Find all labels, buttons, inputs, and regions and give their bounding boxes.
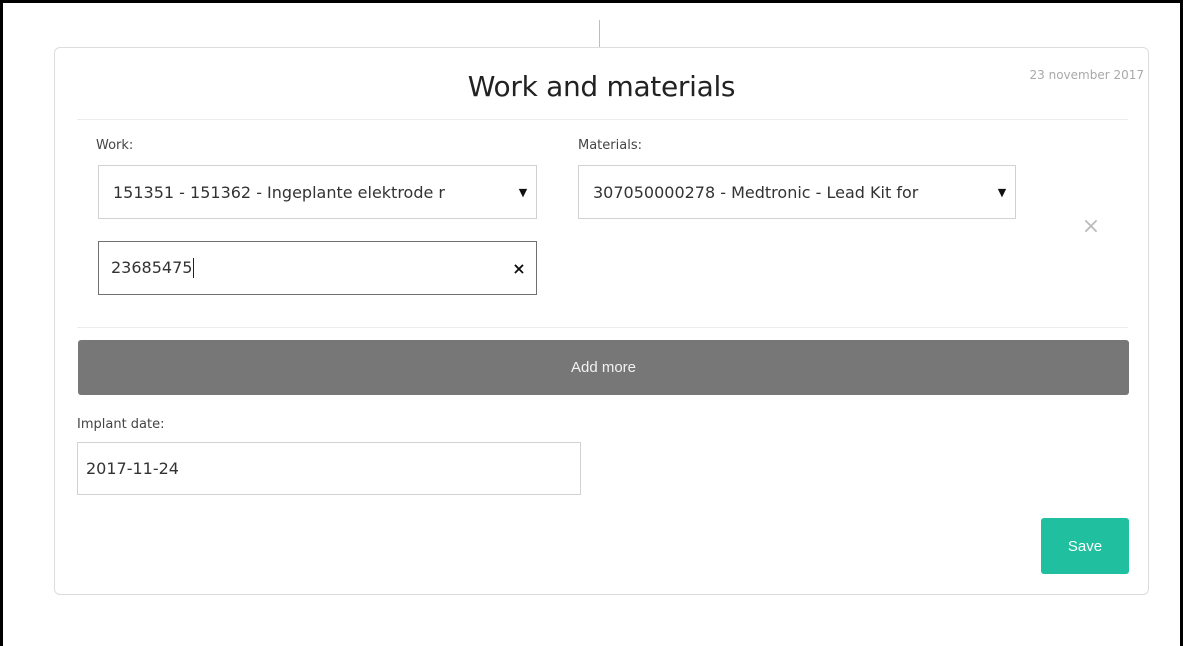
caret-down-icon: ▼ xyxy=(518,185,528,199)
materials-label: Materials: xyxy=(578,138,642,153)
card-date: 23 november 2017 xyxy=(1029,68,1145,82)
serial-number-value: 23685475 xyxy=(111,257,193,277)
work-materials-card: Work and materials 23 november 2017 Work… xyxy=(54,47,1149,595)
work-select-value: 151351 - 151362 - Ingeplante elektrode r xyxy=(113,182,446,202)
work-select[interactable]: 151351 - 151362 - Ingeplante elektrode r… xyxy=(98,165,537,219)
implant-date-input[interactable]: 2017-11-24 xyxy=(77,442,581,495)
text-cursor xyxy=(193,258,195,279)
add-more-button[interactable]: Add more xyxy=(78,340,1129,395)
section-divider xyxy=(77,327,1128,328)
implant-date-value: 2017-11-24 xyxy=(86,459,179,478)
implant-date-label: Implant date: xyxy=(77,417,165,432)
work-label: Work: xyxy=(96,138,134,153)
save-button[interactable]: Save xyxy=(1041,518,1129,574)
remove-row-icon[interactable]: × xyxy=(1081,214,1101,239)
serial-number-input[interactable]: 23685475 × xyxy=(98,241,537,295)
title-divider xyxy=(77,119,1128,120)
clear-input-icon[interactable]: × xyxy=(502,259,536,278)
top-divider xyxy=(599,20,600,48)
caret-down-icon: ▼ xyxy=(997,185,1007,199)
card-title: Work and materials xyxy=(467,70,736,103)
materials-select-value: 307050000278 - Medtronic - Lead Kit for xyxy=(593,182,919,202)
materials-select[interactable]: 307050000278 - Medtronic - Lead Kit for … xyxy=(578,165,1016,219)
